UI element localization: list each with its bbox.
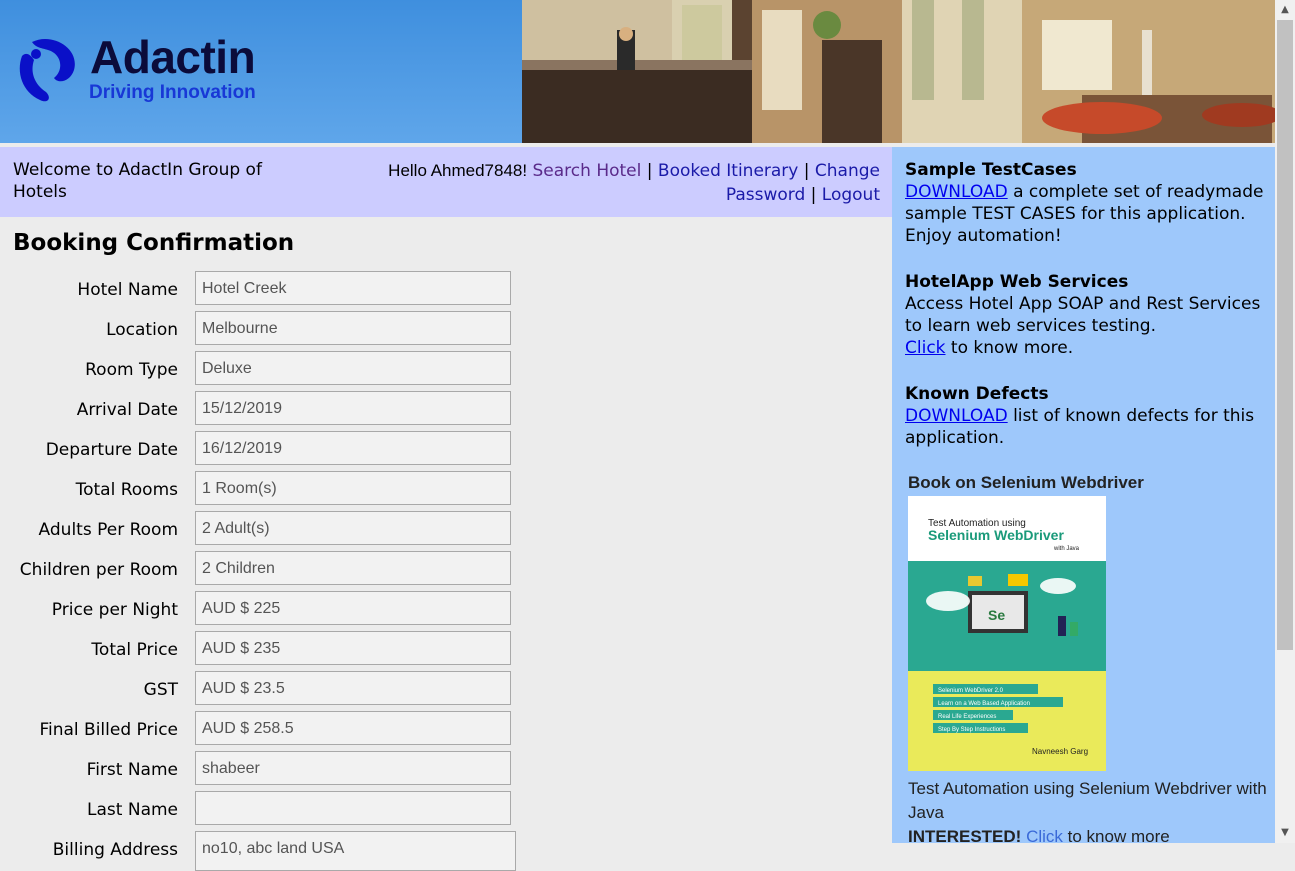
- book-cover-image[interactable]: Test Automation using Selenium WebDriver…: [908, 496, 1106, 771]
- total-price-field[interactable]: AUD $ 235: [195, 631, 511, 665]
- form-row: Children per Room 2 Children: [0, 551, 520, 589]
- sample-testcases-section: Sample TestCases DOWNLOAD a complete set…: [905, 159, 1265, 247]
- nav-separator: |: [810, 185, 817, 205]
- last-name-field[interactable]: [195, 791, 511, 825]
- total-price-label: Total Price: [91, 640, 178, 660]
- logout-link[interactable]: Logout: [822, 185, 880, 205]
- hotel-lobby-image: [522, 0, 1275, 143]
- hotel-name-field[interactable]: Hotel Creek: [195, 271, 511, 305]
- billing-address-field[interactable]: no10, abc land USA: [195, 831, 516, 871]
- interested-text: INTERESTED!: [908, 827, 1022, 843]
- web-services-title: HotelApp Web Services: [905, 272, 1129, 292]
- defects-download-link[interactable]: DOWNLOAD: [905, 406, 1008, 426]
- book-cover-illustration: Test Automation using Selenium WebDriver…: [908, 496, 1106, 771]
- svg-text:Se: Se: [988, 607, 1005, 623]
- book-click-link[interactable]: Click: [1026, 827, 1063, 843]
- departure-date-field[interactable]: 16/12/2019: [195, 431, 511, 465]
- final-billed-price-label: Final Billed Price: [39, 720, 178, 740]
- nav-links: Hello Ahmed7848! Search Hotel | Booked I…: [320, 159, 880, 207]
- scroll-down-arrow-icon[interactable]: ▼: [1275, 823, 1295, 843]
- book-caption-text: Test Automation using Selenium Webdriver…: [908, 779, 1267, 822]
- total-rooms-label: Total Rooms: [75, 480, 178, 500]
- main-content: Booking Confirmation Hotel Name Hotel Cre…: [0, 217, 892, 871]
- arrival-date-field[interactable]: 15/12/2019: [195, 391, 511, 425]
- form-row: First Name shabeer: [0, 751, 520, 789]
- web-services-click-link[interactable]: Click: [905, 338, 946, 358]
- form-row: Room Type Deluxe: [0, 351, 520, 389]
- form-row: Total Price AUD $ 235: [0, 631, 520, 669]
- page-title: Booking Confirmation: [13, 230, 295, 256]
- adactin-logo: Adactin Driving Innovation: [12, 30, 302, 110]
- price-per-night-label: Price per Night: [51, 600, 178, 620]
- last-name-label: Last Name: [87, 800, 178, 820]
- vertical-scrollbar[interactable]: ▲ ▼: [1275, 0, 1295, 843]
- form-row: Departure Date 16/12/2019: [0, 431, 520, 469]
- total-rooms-field[interactable]: 1 Room(s): [195, 471, 511, 505]
- logo-swirl-icon: [19, 38, 75, 102]
- form-row: Arrival Date 15/12/2019: [0, 391, 520, 429]
- scrollbar-thumb[interactable]: [1277, 20, 1293, 650]
- adults-per-room-field[interactable]: 2 Adult(s): [195, 511, 511, 545]
- cover-bullet2: Learn on a Web Based Application: [938, 701, 1030, 707]
- book-heading: Book on Selenium Webdriver: [908, 473, 1144, 492]
- form-row: Last Name: [0, 791, 520, 829]
- price-per-night-field[interactable]: AUD $ 225: [195, 591, 511, 625]
- book-caption: Test Automation using Selenium Webdriver…: [908, 777, 1268, 843]
- sidebar: Sample TestCases DOWNLOAD a complete set…: [892, 147, 1275, 843]
- children-per-room-label: Children per Room: [19, 560, 178, 580]
- first-name-field[interactable]: shabeer: [195, 751, 511, 785]
- sample-testcases-title: Sample TestCases: [905, 160, 1077, 180]
- nav-bar: Welcome to AdactIn Group of Hotels Hello…: [0, 147, 892, 217]
- known-defects-section: Known Defects DOWNLOAD list of known def…: [905, 383, 1265, 449]
- form-row: Adults Per Room 2 Adult(s): [0, 511, 520, 549]
- first-name-label: First Name: [86, 760, 178, 780]
- departure-date-label: Departure Date: [45, 440, 178, 460]
- web-services-section: HotelApp Web Services Access Hotel App S…: [905, 271, 1265, 359]
- cover-bullet3: Real Life Experiences: [938, 714, 996, 720]
- book-click-suffix: to know more: [1062, 827, 1170, 843]
- search-hotel-link[interactable]: Search Hotel: [533, 161, 642, 181]
- children-per-room-field[interactable]: 2 Children: [195, 551, 511, 585]
- location-field[interactable]: Melbourne: [195, 311, 511, 345]
- booked-itinerary-link[interactable]: Booked Itinerary: [658, 161, 798, 181]
- known-defects-title: Known Defects: [905, 384, 1049, 404]
- final-billed-price-field[interactable]: AUD $ 258.5: [195, 711, 511, 745]
- room-type-label: Room Type: [85, 360, 178, 380]
- form-row: GST AUD $ 23.5: [0, 671, 520, 709]
- form-row: Billing Address no10, abc land USA: [0, 831, 520, 871]
- welcome-text: Welcome to AdactIn Group of Hotels: [13, 160, 262, 202]
- nav-separator: |: [803, 161, 810, 181]
- web-services-text: Access Hotel App SOAP and Rest Services …: [905, 293, 1265, 359]
- form-row: Price per Night AUD $ 225: [0, 591, 520, 629]
- sample-testcases-text: DOWNLOAD a complete set of readymade sam…: [905, 181, 1265, 247]
- header: Adactin Driving Innovation: [0, 0, 1275, 143]
- scroll-up-arrow-icon[interactable]: ▲: [1275, 0, 1295, 20]
- hotel-lobby-banner: [522, 0, 1275, 143]
- known-defects-text: DOWNLOAD list of known defects for this …: [905, 405, 1265, 449]
- adults-per-room-label: Adults Per Room: [38, 520, 178, 540]
- arrival-date-label: Arrival Date: [76, 400, 178, 420]
- hello-user-text: Hello Ahmed7848!: [388, 161, 528, 180]
- cover-author: Navneesh Garg: [1032, 747, 1088, 756]
- gst-label: GST: [143, 680, 178, 700]
- cover-line2: Selenium WebDriver: [928, 527, 1064, 543]
- form-row: Location Melbourne: [0, 311, 520, 349]
- form-row: Hotel Name Hotel Creek: [0, 271, 520, 309]
- logo-tagline: Driving Innovation: [89, 82, 256, 103]
- form-row: Final Billed Price AUD $ 258.5: [0, 711, 520, 749]
- billing-address-label: Billing Address: [52, 840, 178, 860]
- nav-separator: |: [646, 161, 653, 181]
- sample-download-link[interactable]: DOWNLOAD: [905, 182, 1008, 202]
- location-label: Location: [106, 320, 178, 340]
- hotel-name-label: Hotel Name: [77, 280, 178, 300]
- logo-title: Adactin: [90, 31, 256, 83]
- web-services-description: Access Hotel App SOAP and Rest Services …: [905, 294, 1261, 336]
- web-services-suffix: to know more.: [945, 338, 1074, 358]
- cover-bullet4: Step By Step Instructions: [938, 727, 1005, 733]
- form-row: Total Rooms 1 Room(s): [0, 471, 520, 509]
- gst-field[interactable]: AUD $ 23.5: [195, 671, 511, 705]
- cover-bullet1: Selenium WebDriver 2.0: [938, 688, 1004, 694]
- room-type-field[interactable]: Deluxe: [195, 351, 511, 385]
- cover-line3: with Java: [1053, 546, 1080, 552]
